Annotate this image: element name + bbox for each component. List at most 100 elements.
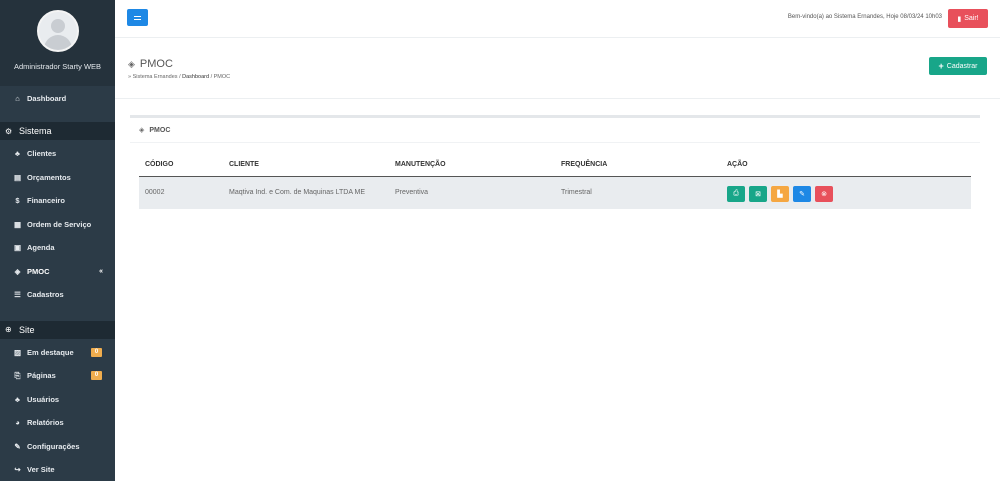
layers-icon: ◈ (139, 127, 145, 134)
section-label: Site (19, 324, 35, 335)
sidebar-item-configuracoes[interactable]: ✎ Configurações (0, 435, 115, 459)
items-button[interactable]: ▙ (771, 185, 789, 202)
hamburger-icon (134, 15, 141, 20)
home-icon: ⌂ (15, 93, 20, 103)
card-title-text: PMOC (149, 126, 171, 134)
close-circle-icon: ⊗ (821, 190, 827, 198)
top-bar: Bem-vindo(a) ao Sistema Ernandes, Hoje 0… (115, 0, 1000, 38)
column-header-cliente: CLIENTE (223, 153, 389, 177)
column-header-manutencao: MANUTENÇÃO (389, 153, 555, 177)
layers-icon: ◈ (14, 266, 21, 276)
file-icon: ▤ (13, 172, 22, 182)
calendar-icon: ▣ (13, 243, 22, 253)
sidebar-item-agenda[interactable]: ▣ Agenda (0, 236, 115, 260)
list-icon: ▦ (13, 219, 22, 229)
sidebar-section-sistema: ⚙ Sistema (0, 122, 115, 140)
column-header-acao: AÇÃO (721, 153, 971, 177)
export-button[interactable]: ⊠ (749, 185, 767, 202)
sidebar-item-label: Relatórios (27, 418, 64, 428)
cell-frequencia: Trimestral (555, 176, 721, 209)
sidebar-item-label: Ordem de Serviço (27, 219, 92, 229)
column-header-frequencia: FREQUÊNCIA (555, 153, 721, 177)
sidebar-item-label: Configurações (27, 441, 80, 451)
wrench-icon: ✎ (14, 441, 21, 451)
page-header: ◈ PMOC » Sistema Ernandes / Dashboard / … (115, 39, 1000, 99)
sidebar-item-label: Dashboard (27, 93, 67, 103)
page-title: ◈ PMOC (128, 58, 173, 70)
logout-label: Sair! (964, 15, 979, 22)
profile-panel: Administrador Starty WEB (0, 0, 115, 86)
cadastrar-button[interactable]: + Cadastrar (929, 57, 987, 75)
delete-button[interactable]: ⊗ (815, 185, 833, 202)
sidebar-section-site: ⊕ Site (0, 320, 115, 339)
chevron-left-icon: « (99, 267, 103, 275)
sidebar-item-label: Agenda (27, 243, 55, 253)
gear-icon: ⚙ (5, 126, 13, 136)
breadcrumb-root[interactable]: » Sistema Ernandes (128, 74, 178, 80)
sidebar-item-clientes[interactable]: ♣ Clientes (0, 142, 115, 166)
layers-icon: ◈ (128, 58, 135, 69)
avatar[interactable] (36, 10, 79, 52)
page-title-text: PMOC (139, 58, 173, 70)
sidebar-item-cadastros[interactable]: ☰ Cadastros (0, 283, 115, 307)
column-header-codigo: CÓDIGO (139, 153, 223, 177)
list-ul-icon: ☰ (14, 290, 21, 300)
pages-icon: ⎘ (14, 370, 21, 380)
pdf-icon: ⎙ (733, 189, 739, 197)
image-icon: ▨ (13, 347, 22, 357)
cell-codigo: 00002 (139, 176, 223, 209)
sidebar-item-label: Clientes (27, 149, 57, 159)
users-icon: ♣ (15, 149, 20, 159)
count-badge: 0 (91, 371, 102, 381)
sidebar-item-dashboard[interactable]: ⌂ Dashboard (0, 86, 115, 110)
sidebar-item-orcamentos[interactable]: ▤ Orçamentos (0, 166, 115, 190)
sidebar-item-label: PMOC (27, 266, 50, 276)
logout-button[interactable]: ▮ Sair! (948, 9, 988, 28)
welcome-text: Bem-vindo(a) ao Sistema Ernandes, Hoje 0… (787, 14, 942, 20)
sidebar-item-relatorios[interactable]: ◕ Relatórios (0, 411, 115, 435)
cell-manutencao: Preventiva (389, 176, 555, 209)
row-actions: ⎙ ⊠ ▙ ✎ ⊗ (727, 185, 971, 202)
sidebar-item-label: Orçamentos (27, 172, 71, 182)
sidebar-item-label: Cadastros (27, 290, 64, 300)
count-badge: 0 (91, 347, 102, 357)
section-label: Sistema (19, 126, 52, 136)
sidebar-item-ver-site[interactable]: ↪ Ver Site (0, 458, 115, 481)
menu-toggle-button[interactable] (127, 9, 148, 26)
money-icon: $ (15, 196, 20, 206)
pencil-icon: ✎ (799, 190, 805, 198)
users-icon: ♣ (15, 394, 20, 404)
table-row: 00002 Maqtiva Ind. e Com. de Maquinas LT… (139, 176, 971, 209)
sidebar-item-label: Ver Site (27, 465, 55, 475)
sidebar-item-usuarios[interactable]: ♣ Usuários (0, 388, 115, 412)
cell-acoes: ⎙ ⊠ ▙ ✎ ⊗ (721, 176, 971, 209)
pdf-button[interactable]: ⎙ (727, 185, 745, 202)
sidebar-item-label: Em destaque (27, 347, 74, 357)
sidebar-item-pmoc[interactable]: ◈ PMOC « (0, 260, 115, 284)
pmoc-table: CÓDIGO CLIENTE MANUTENÇÃO FREQUÊNCIA AÇÃ… (139, 153, 971, 209)
sidebar-item-paginas[interactable]: ⎘ Páginas 0 (0, 364, 115, 388)
logout-icon: ▮ (957, 15, 962, 23)
pie-icon: ◕ (15, 418, 20, 428)
card-title: ◈ PMOC (130, 118, 980, 143)
globe-icon: ⊕ (5, 325, 12, 334)
sidebar-item-label: Usuários (27, 394, 60, 404)
sidebar-item-financeiro[interactable]: $ Financeiro (0, 189, 115, 213)
chart-icon: ▙ (777, 190, 783, 198)
breadcrumb-dashboard[interactable]: Dashboard (182, 74, 209, 80)
sidebar-item-label: Financeiro (27, 196, 65, 206)
file-excel-icon: ⊠ (755, 190, 761, 198)
breadcrumb: » Sistema Ernandes / Dashboard / PMOC (128, 74, 231, 80)
sidebar-item-label: Páginas (27, 371, 56, 381)
plus-icon: + (938, 61, 944, 71)
edit-button[interactable]: ✎ (793, 185, 811, 202)
share-icon: ↪ (14, 465, 21, 475)
pmoc-card: ◈ PMOC CÓDIGO CLIENTE MANUTENÇÃO FREQUÊN… (130, 115, 980, 225)
sidebar-item-ordem-servico[interactable]: ▦ Ordem de Serviço (0, 213, 115, 237)
cadastrar-label: Cadastrar (946, 62, 978, 70)
cell-cliente: Maqtiva Ind. e Com. de Maquinas LTDA ME (223, 176, 389, 209)
table-header-row: CÓDIGO CLIENTE MANUTENÇÃO FREQUÊNCIA AÇÃ… (139, 153, 971, 177)
sidebar-item-em-destaque[interactable]: ▨ Em destaque 0 (0, 341, 115, 365)
breadcrumb-current: PMOC (213, 74, 231, 80)
sidebar: Administrador Starty WEB ⌂ Dashboard ⚙ S… (0, 0, 115, 481)
